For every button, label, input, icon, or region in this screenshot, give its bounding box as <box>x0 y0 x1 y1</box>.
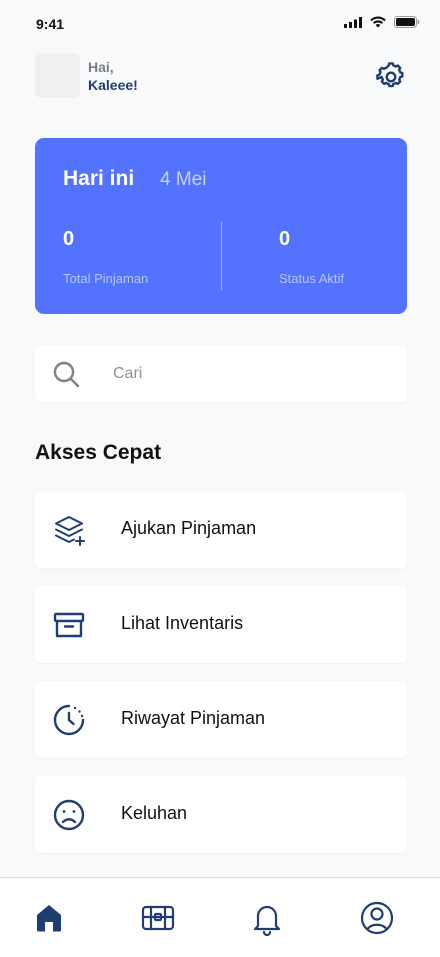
summary-card: Hari ini 4 Mei 0 Total Pinjaman 0 Status… <box>35 138 407 314</box>
user-name: Kaleee! <box>88 77 138 93</box>
total-loans-label: Total Pinjaman <box>63 271 149 286</box>
layers-plus-icon <box>55 516 85 546</box>
greeting-text: Hai, <box>88 59 114 75</box>
quick-item-label: Riwayat Pinjaman <box>121 708 266 728</box>
stats-divider <box>221 222 222 290</box>
quick-item-label: Lihat Inventaris <box>121 613 244 633</box>
nav-home[interactable] <box>31 900 67 936</box>
bell-icon <box>253 905 281 937</box>
quick-item-keluhan[interactable]: Keluhan <box>35 776 407 853</box>
quick-item-ajukan-pinjaman[interactable]: Ajukan Pinjaman <box>35 491 407 568</box>
archive-box-icon <box>53 612 85 638</box>
quick-item-label: Keluhan <box>121 803 188 823</box>
history-clock-icon <box>53 704 85 736</box>
summary-date: 4 Mei <box>160 169 207 190</box>
status-time: 9:41 <box>36 16 65 32</box>
sad-face-icon <box>53 799 85 831</box>
signal-icon <box>344 16 362 28</box>
nav-profile[interactable] <box>359 900 395 936</box>
avatar[interactable] <box>35 53 80 98</box>
quick-item-lihat-inventaris[interactable]: Lihat Inventaris <box>35 586 407 663</box>
settings-button[interactable] <box>375 61 407 93</box>
greeting: Hai, Kaleee! <box>88 58 138 94</box>
wifi-icon <box>370 16 386 28</box>
quick-item-label: Ajukan Pinjaman <box>121 518 257 538</box>
home-icon <box>37 905 61 932</box>
gear-icon <box>376 62 404 88</box>
quick-access-title: Akses Cepat <box>35 441 162 464</box>
bottom-nav <box>0 877 440 957</box>
search-bar[interactable] <box>35 346 407 402</box>
quick-item-riwayat-pinjaman[interactable]: Riwayat Pinjaman <box>35 681 407 758</box>
active-status-label: Status Aktif <box>279 271 345 286</box>
nav-notifications[interactable] <box>249 900 285 937</box>
battery-icon <box>394 16 420 28</box>
summary-title: Hari ini <box>63 167 135 190</box>
nav-inventory[interactable] <box>140 900 176 936</box>
status-bar: 9:41 <box>0 0 440 44</box>
inventory-icon <box>141 905 175 931</box>
active-status-value: 0 <box>279 228 291 250</box>
total-loans-value: 0 <box>63 228 75 250</box>
header: Hai, Kaleee! <box>35 53 407 99</box>
search-icon <box>53 361 80 388</box>
status-icons <box>344 16 420 28</box>
profile-icon <box>360 901 394 935</box>
search-input[interactable] <box>113 346 383 402</box>
